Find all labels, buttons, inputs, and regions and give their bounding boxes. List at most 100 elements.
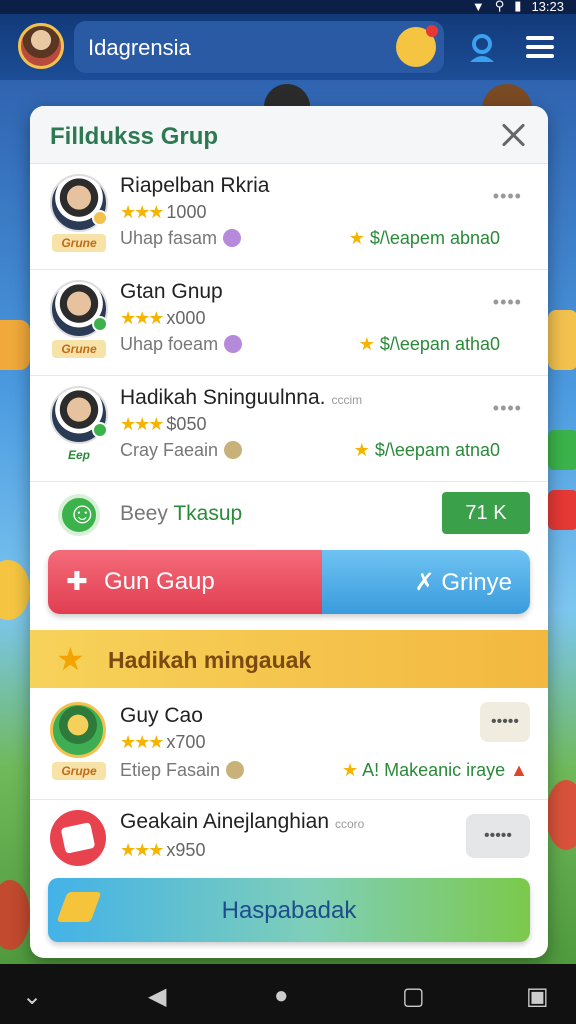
subtitle-text: Cray Faeain [120, 440, 219, 460]
more-options-icon[interactable]: •••• [493, 292, 522, 313]
member-avatar [50, 702, 106, 758]
star-rating-icon: ★★★ [120, 414, 164, 434]
chat-bubble-icon[interactable]: ••••• [466, 814, 530, 858]
back-icon[interactable]: ◀ [148, 982, 166, 1011]
status-time: 13:23 [531, 0, 564, 14]
rank-badge: Grune [52, 234, 106, 252]
mascot-notification-icon[interactable] [396, 25, 438, 67]
rating-value: x000 [166, 308, 206, 328]
reward-text: $/\eapem abna0 [369, 228, 500, 248]
star-rating-icon: ★★★ [120, 732, 164, 752]
invite-label: Beey Tkasup [120, 502, 242, 526]
warning-icon: ▲ [510, 760, 528, 780]
battery-icon: ▮ [514, 0, 522, 13]
gift-box-icon [50, 810, 106, 866]
top-bar: Idagrensia [0, 14, 576, 80]
group-action-button[interactable]: ✗ Grinye [322, 550, 530, 614]
online-badge-icon [92, 422, 108, 438]
gift-banner-label: Hadikah mingauak [108, 647, 312, 673]
subtitle-text: Etiep Fasain [120, 760, 221, 780]
member-rating: ★★★ x000 [120, 308, 205, 329]
rating-value: 1000 [166, 202, 207, 222]
member-rating: ★★★ x700 [120, 732, 205, 753]
reward-text: $/\eepan atha0 [379, 334, 500, 354]
rank-badge: Grupe [52, 762, 106, 780]
user-icon[interactable] [466, 32, 498, 64]
member-subtitle: Etiep Fasain [120, 760, 245, 781]
background-character [0, 320, 30, 370]
member-name: Guy Cao [120, 704, 203, 727]
search-input[interactable]: Idagrensia [74, 21, 444, 73]
rating-value: $050 [166, 414, 207, 434]
hamburger-menu-icon[interactable] [526, 36, 554, 58]
star-rating-icon: ★★★ [120, 308, 164, 328]
more-options-icon[interactable]: •••• [493, 398, 522, 419]
subtitle-text: Uhap fasam [120, 228, 218, 248]
keyboard-icon[interactable]: ▣ [526, 982, 549, 1011]
member-reward: ★ $/\eepam atna0 [354, 440, 500, 461]
primary-action-button[interactable]: Haspabadak [48, 878, 530, 942]
member-extra: cccim [331, 393, 363, 407]
star-icon: ★ [353, 440, 370, 460]
more-options-icon[interactable]: •••• [493, 186, 522, 207]
coin-icon [224, 441, 243, 459]
status-icons: ▼ ⚲ ▮ 13:23 [472, 0, 564, 14]
member-row[interactable]: Grune Gtan Gnup ★★★ x000 Uhap foeam ★ $/\… [30, 270, 548, 376]
invite-label-prefix: Beey [120, 502, 168, 525]
member-name: Riapelban Rkria [120, 174, 270, 197]
status-bar: ▼ ⚲ ▮ 13:23 [0, 0, 576, 14]
member-row[interactable]: Grune Riapelban Rkria ★★★ 1000 Uhap fasam… [30, 164, 548, 270]
member-name: Hadikah Sninguulnna. cccim [120, 386, 362, 410]
gift-banner: ★ Hadikah mingauak [30, 630, 548, 688]
thumbs-up-icon: ✚ [66, 566, 88, 596]
recents-icon[interactable]: ▢ [402, 982, 425, 1011]
member-rating: ★★★ 1000 [120, 202, 206, 223]
member-avatar [50, 174, 108, 232]
member-subtitle: Uhap fasam [120, 228, 242, 249]
join-group-button[interactable]: ✚ Gun Gaup [48, 550, 322, 614]
background-character [546, 780, 576, 850]
star-rating-icon: ★★★ [120, 202, 164, 222]
member-row[interactable]: Eep Hadikah Sninguulnna. cccim ★★★ $050 Cr… [30, 376, 548, 482]
signal-icon: ▼ [471, 0, 485, 14]
gift-member-row[interactable]: Grupe Guy Cao ★★★ x700 Etiep Fasain ★ A! … [30, 696, 548, 800]
member-reward: ★ $/\eapem abna0 [349, 228, 500, 249]
rank-badge: Eep [52, 446, 106, 464]
group-action-text: Grinye [441, 569, 512, 596]
member-rating: ★★★ x950 [120, 840, 205, 861]
member-count-badge[interactable]: 71 K [442, 492, 530, 534]
collapse-icon[interactable]: ⌄ [22, 982, 42, 1011]
modal-header: Filldukss Grup [30, 106, 548, 164]
join-group-label: Gun Gaup [104, 568, 215, 595]
gift-member-row[interactable]: Geakain Ainejlanghian ccoro ★★★ x950 ••••• [30, 800, 548, 876]
rating-value: x950 [166, 840, 206, 860]
star-icon: ★ [348, 228, 365, 248]
background-character [0, 560, 30, 620]
join-group-button-group: ✚ Gun Gaup ✗ Grinye [48, 550, 530, 614]
online-badge-icon [92, 316, 108, 332]
primary-action-label: Haspabadak [221, 897, 357, 924]
member-extra: ccoro [335, 817, 365, 831]
group-modal: Filldukss Grup Grune Riapelban Rkria ★★★… [30, 106, 548, 958]
member-subtitle: Uhap foeam [120, 334, 243, 355]
rank-badge: Grune [52, 340, 106, 358]
wifi-icon: ⚲ [494, 0, 505, 13]
chat-bubble-icon[interactable]: ••••• [480, 702, 530, 742]
member-rating: ★★★ $050 [120, 414, 206, 435]
group-action-label: ✗ Grinye [414, 569, 512, 596]
home-icon[interactable]: ● [274, 982, 289, 1010]
member-name-text: Hadikah Sninguulnna. [120, 386, 326, 409]
reward-text: $/\eepam atna0 [374, 440, 500, 460]
invite-row: Beey Tkasup 71 K [30, 478, 548, 548]
profile-avatar[interactable] [18, 23, 64, 69]
rating-value: x700 [166, 732, 206, 752]
background-character [0, 880, 30, 950]
background-character [548, 490, 576, 530]
system-nav-bar: ⌄ ◀ ● ▢ ▣ [0, 964, 576, 1024]
gem-icon [223, 229, 242, 247]
member-name: Geakain Ainejlanghian ccoro [120, 810, 364, 834]
subtitle-text: Uhap foeam [120, 334, 219, 354]
close-icon[interactable] [500, 122, 526, 148]
modal-title: Filldukss Grup [50, 123, 219, 150]
invite-label-accent: Tkasup [173, 502, 243, 525]
